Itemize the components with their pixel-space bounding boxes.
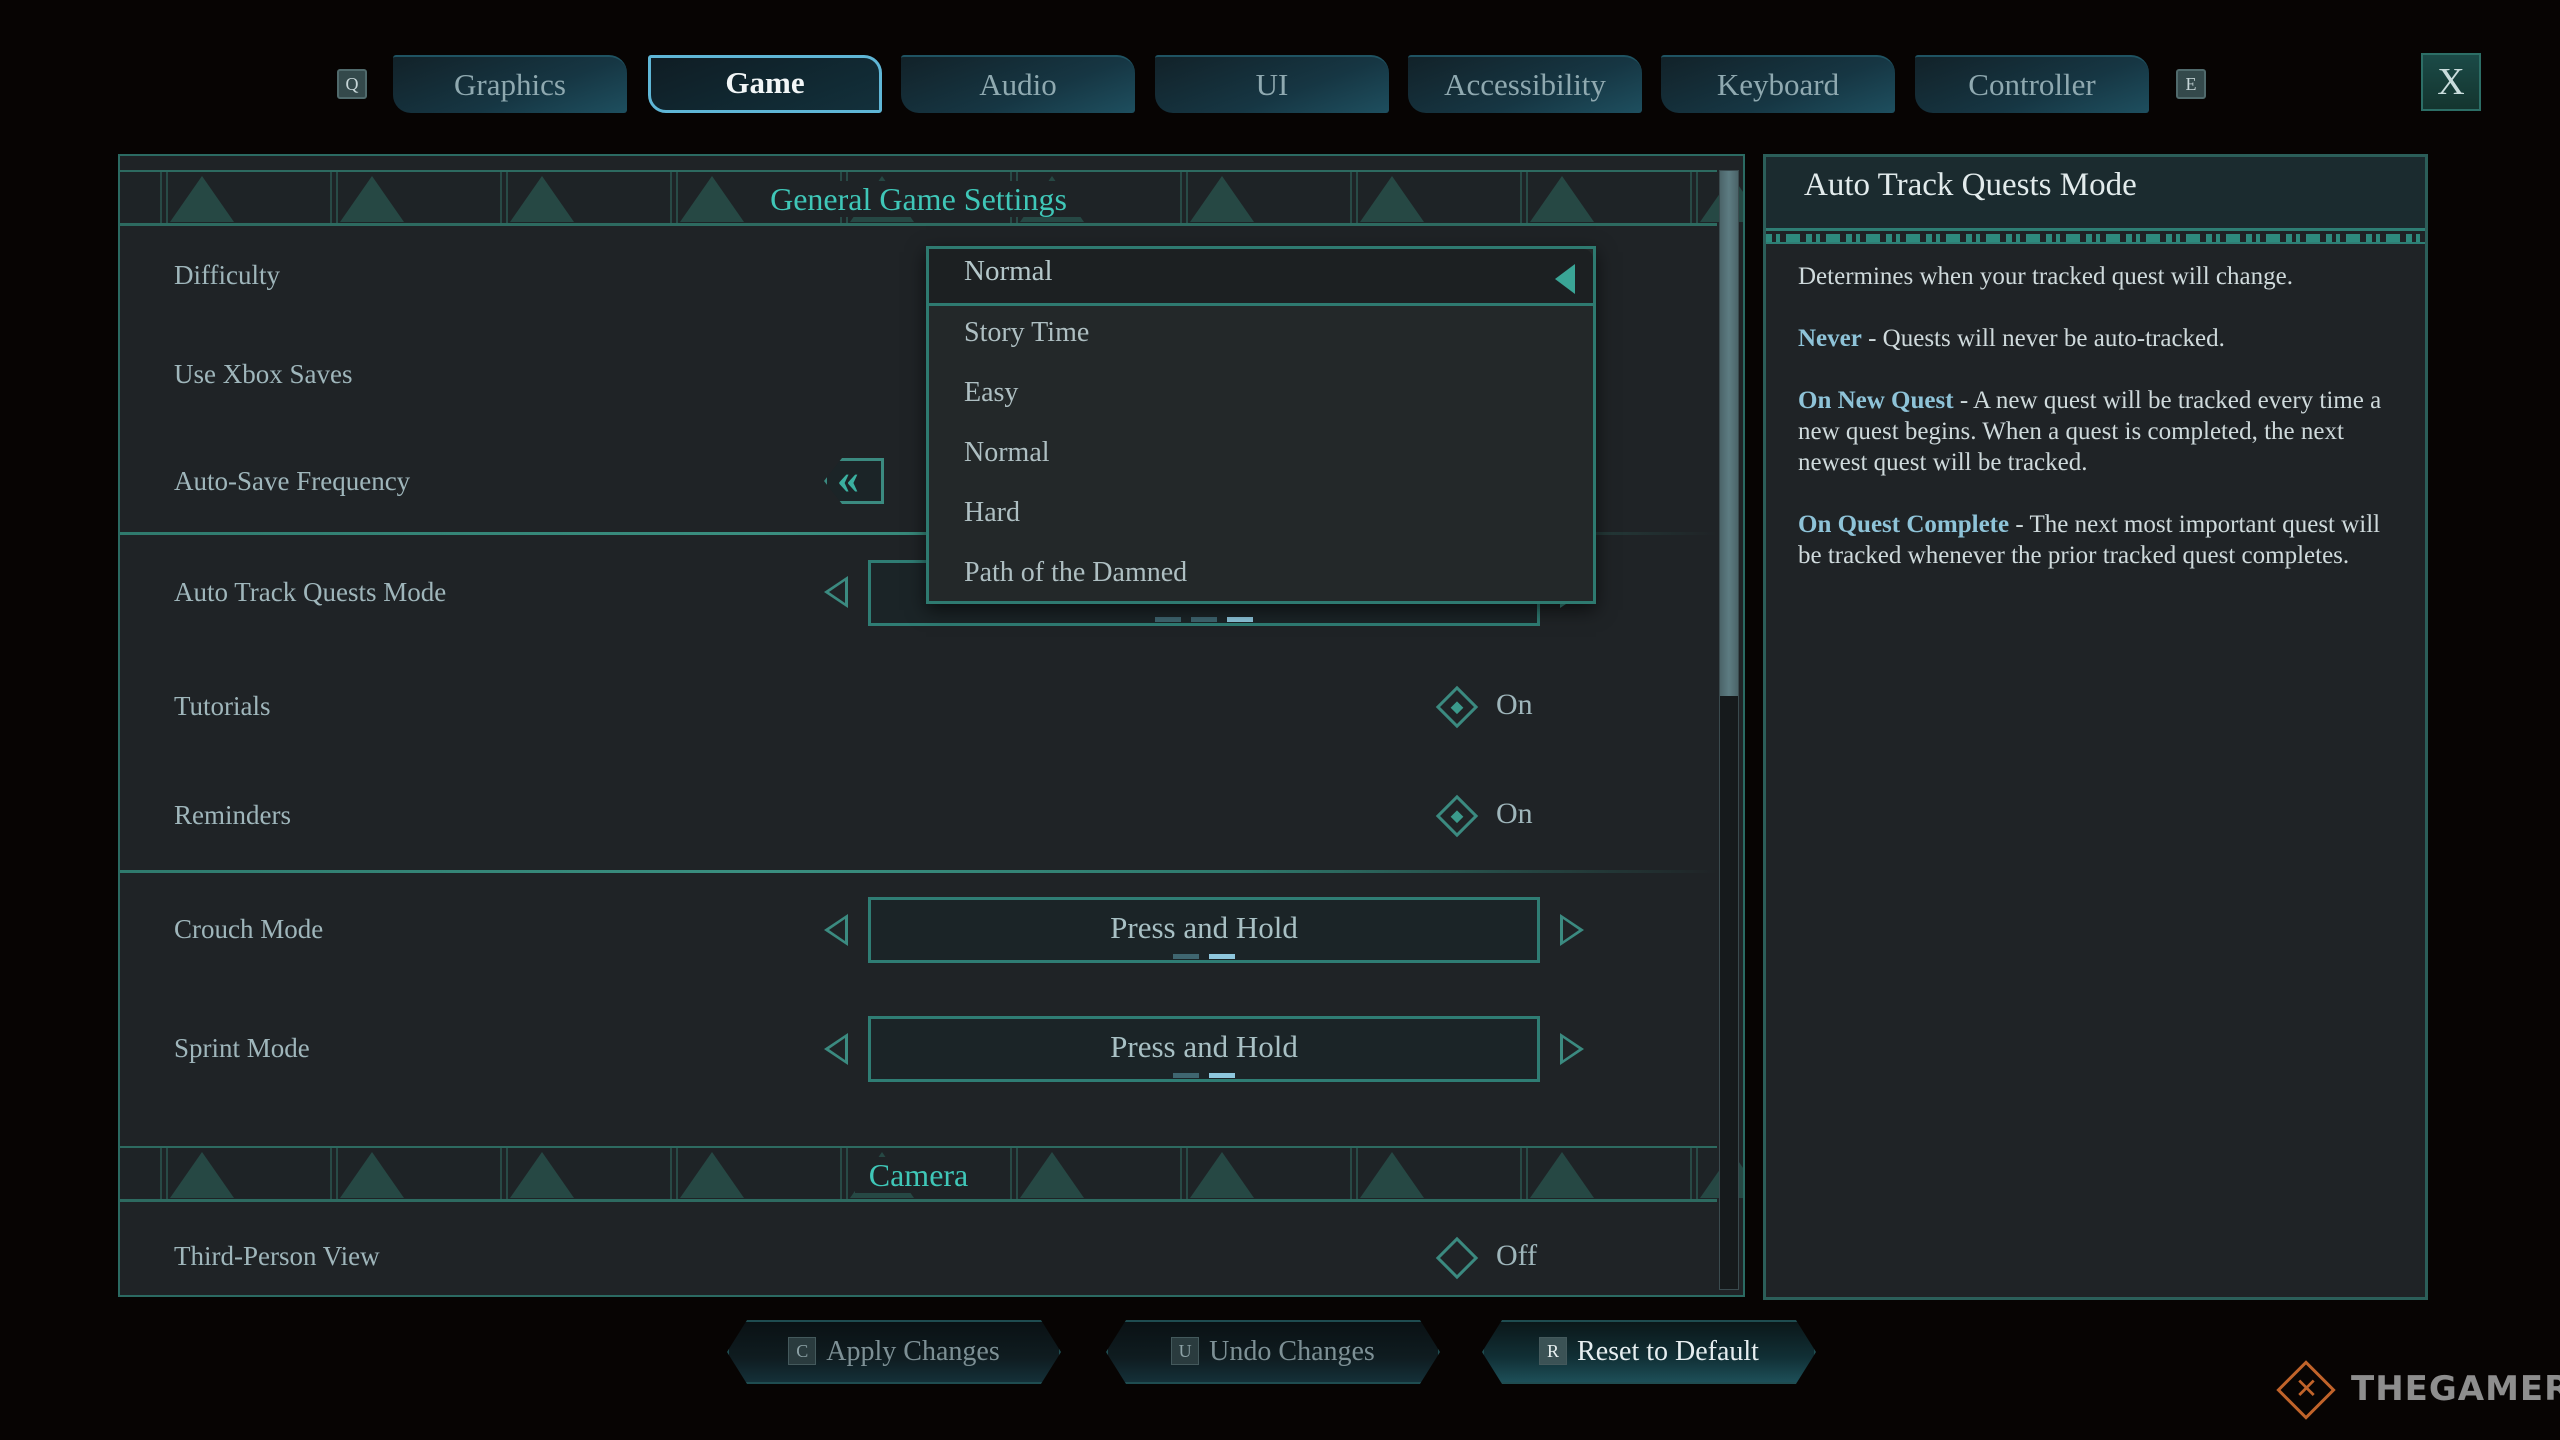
difficulty-option[interactable]: Hard: [964, 497, 1020, 529]
diamond-off-icon: [1435, 1236, 1479, 1280]
sprint-pips: [871, 1065, 1537, 1083]
diamond-on-icon: [1435, 794, 1479, 838]
description-entry: Never - Quests will never be auto-tracke…: [1798, 325, 2225, 352]
scrollbar[interactable]: [1719, 170, 1739, 1290]
sprint-prev-arrow[interactable]: [824, 1033, 848, 1065]
tab-keyboard[interactable]: Keyboard: [1661, 55, 1895, 113]
description-panel: Auto Track Quests Mode Determines when y…: [1763, 154, 2428, 1300]
autosave-label: Auto-Save Frequency: [174, 466, 411, 496]
caret-left-icon: [1555, 264, 1575, 294]
difficulty-dropdown-current[interactable]: Normal: [929, 249, 1593, 306]
tab-ui[interactable]: UI: [1155, 55, 1389, 113]
description-entry: On Quest Complete - The next most import…: [1798, 511, 2381, 569]
crouch-prev-arrow[interactable]: [824, 914, 848, 946]
difficulty-option[interactable]: Easy: [964, 377, 1018, 409]
reminders-value: On: [1496, 797, 1533, 830]
key-hint: C: [788, 1337, 817, 1365]
difficulty-label: Difficulty: [174, 260, 280, 290]
option-pip: [1209, 1073, 1235, 1078]
auto-track-prev-arrow[interactable]: [824, 576, 848, 608]
tutorials-value: On: [1496, 688, 1533, 721]
section-title: General Game Settings: [756, 181, 1081, 217]
reminders-label: Reminders: [174, 800, 291, 830]
tab-audio[interactable]: Audio: [901, 55, 1135, 113]
sprint-next-arrow[interactable]: [1560, 1033, 1584, 1065]
reset-to-default-button[interactable]: R Reset to Default: [1482, 1320, 1816, 1384]
section-title: Camera: [854, 1157, 983, 1193]
close-button[interactable]: X: [2421, 53, 2481, 111]
auto-track-pips: [871, 609, 1537, 627]
sprint-mode-selector[interactable]: Press and Hold: [868, 1016, 1540, 1082]
crouch-next-arrow[interactable]: [1560, 914, 1584, 946]
apply-changes-button[interactable]: C Apply Changes: [727, 1320, 1061, 1384]
description-entry: On New Quest - A new quest will be track…: [1798, 387, 2382, 476]
description-intro: Determines when your tracked quest will …: [1798, 263, 2293, 290]
crouch-mode-selector[interactable]: Press and Hold: [868, 897, 1540, 963]
diamond-on-icon: [1435, 685, 1479, 729]
crouch-mode-label: Crouch Mode: [174, 914, 324, 944]
auto-track-label: Auto Track Quests Mode: [174, 577, 447, 607]
difficulty-option[interactable]: Path of the Damned: [964, 557, 1187, 589]
scrollbar-thumb[interactable]: [1720, 171, 1738, 697]
option-pip: [1173, 954, 1199, 959]
difficulty-option[interactable]: Story Time: [964, 317, 1089, 349]
section-header-general: General Game Settings: [120, 170, 1743, 226]
third-person-label: Third-Person View: [174, 1241, 380, 1271]
double-chevron-left-icon: «: [837, 454, 859, 503]
option-pip: [1227, 617, 1253, 622]
tab-controller[interactable]: Controller: [1915, 55, 2149, 113]
option-pip: [1209, 954, 1235, 959]
description-title: Auto Track Quests Mode: [1804, 167, 2137, 203]
xbox-saves-label: Use Xbox Saves: [174, 359, 353, 389]
tutorials-label: Tutorials: [174, 691, 271, 721]
tab-graphics[interactable]: Graphics: [393, 55, 627, 113]
crouch-pips: [871, 946, 1537, 964]
key-hint: R: [1539, 1337, 1568, 1365]
option-pip: [1173, 1073, 1199, 1078]
thegamer-logo-icon: [2276, 1360, 2336, 1420]
undo-changes-button[interactable]: U Undo Changes: [1106, 1320, 1440, 1384]
difficulty-option[interactable]: Normal: [964, 437, 1050, 469]
difficulty-current-value: Normal: [964, 255, 1053, 287]
difficulty-dropdown[interactable]: Normal Story Time Easy Normal Hard Path …: [926, 246, 1596, 604]
prev-tab-key-hint[interactable]: Q: [337, 69, 367, 99]
divider: [120, 870, 1717, 873]
sprint-mode-label: Sprint Mode: [174, 1033, 310, 1063]
third-person-value: Off: [1496, 1239, 1538, 1272]
option-pip: [1191, 617, 1217, 622]
tab-accessibility[interactable]: Accessibility: [1408, 55, 1642, 113]
tab-game[interactable]: Game: [648, 55, 882, 113]
next-tab-key-hint[interactable]: E: [2176, 69, 2206, 99]
key-hint: U: [1171, 1337, 1200, 1365]
section-header-camera: Camera: [120, 1146, 1743, 1202]
autosave-decrease-button[interactable]: «: [824, 458, 884, 504]
description-body: Determines when your tracked quest will …: [1798, 261, 2395, 602]
decorative-border: [1766, 234, 2425, 244]
option-pip: [1155, 617, 1181, 622]
